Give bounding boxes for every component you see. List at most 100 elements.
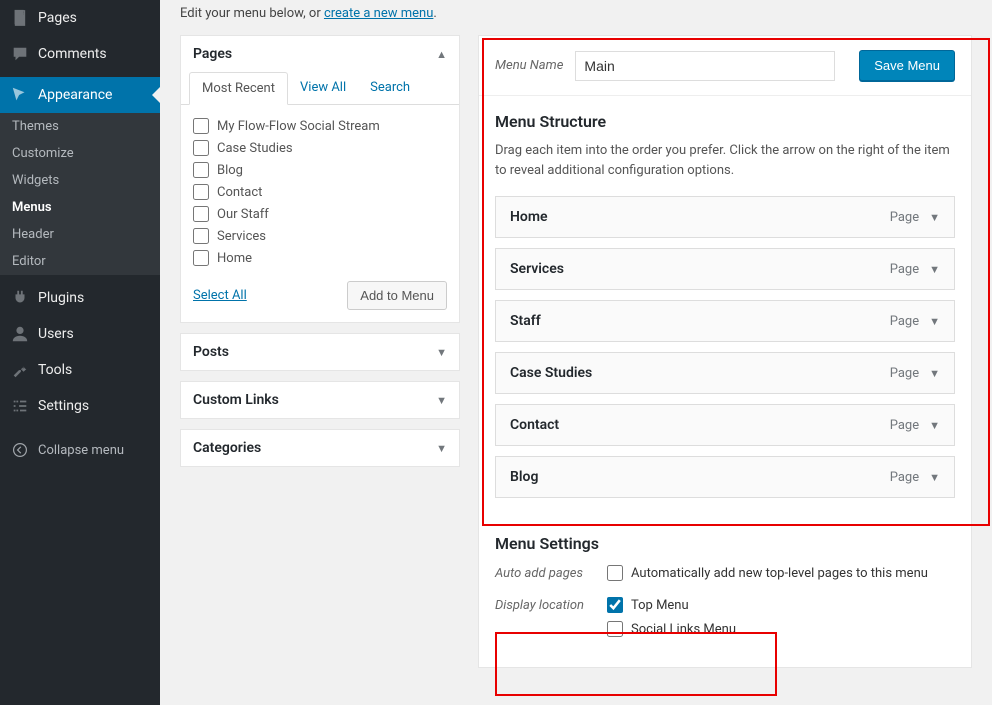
menu-name-input[interactable] [575, 51, 835, 81]
auto-add-checkbox[interactable] [607, 565, 623, 581]
metabox-categories-toggle[interactable]: Categories ▼ [181, 430, 459, 466]
top-menu-checkbox[interactable] [607, 597, 623, 613]
submenu-customize[interactable]: Customize [0, 140, 160, 167]
sidebar-item-plugins[interactable]: Plugins [0, 280, 160, 316]
page-checkbox-item[interactable]: Services [193, 225, 447, 247]
submenu-header[interactable]: Header [0, 221, 160, 248]
chevron-down-icon[interactable]: ▼ [929, 419, 940, 432]
menu-item-type: Page [890, 314, 919, 329]
page-checkbox-item[interactable]: Blog [193, 159, 447, 181]
menu-item-title: Staff [510, 313, 541, 329]
display-location-label: Display location [495, 597, 595, 615]
menu-item-type: Page [890, 210, 919, 225]
page-checkbox[interactable] [193, 206, 209, 222]
page-checkbox-item[interactable]: My Flow-Flow Social Stream [193, 115, 447, 137]
sidebar-label: Tools [38, 362, 72, 378]
chevron-down-icon[interactable]: ▼ [929, 367, 940, 380]
page-checkbox-item[interactable]: Home [193, 247, 447, 269]
menu-settings-title: Menu Settings [495, 534, 955, 553]
metabox-custom-links: Custom Links ▼ [180, 381, 460, 419]
sidebar-item-pages[interactable]: Pages [0, 0, 160, 36]
opt-label: Automatically add new top-level pages to… [631, 566, 928, 581]
chevron-up-icon: ▲ [436, 48, 447, 61]
chevron-down-icon[interactable]: ▼ [929, 471, 940, 484]
page-checkbox-item[interactable]: Contact [193, 181, 447, 203]
page-label: Blog [217, 163, 243, 178]
pages-list: My Flow-Flow Social Stream Case Studies … [193, 115, 447, 269]
menu-settings: Menu Settings Auto add pages Automatical… [479, 524, 971, 667]
submenu-menus[interactable]: Menus [0, 194, 160, 221]
display-social-links[interactable]: Social Links Menu [607, 621, 736, 637]
metabox-pages-toggle[interactable]: Pages ▲ [181, 36, 459, 72]
page-checkbox[interactable] [193, 140, 209, 156]
tab-view-all[interactable]: View All [288, 72, 358, 104]
sidebar-label: Comments [38, 46, 107, 62]
page-checkbox-item[interactable]: Case Studies [193, 137, 447, 159]
save-menu-button[interactable]: Save Menu [859, 50, 955, 81]
menu-item-row[interactable]: Staff Page ▼ [495, 300, 955, 342]
users-icon [10, 324, 30, 344]
submenu-widgets[interactable]: Widgets [0, 167, 160, 194]
appearance-submenu: Themes Customize Widgets Menus Header Ed… [0, 113, 160, 275]
sidebar-label: Appearance [38, 87, 112, 103]
menu-edit-column: Menu Name Save Menu Menu Structure Drag … [478, 35, 972, 668]
intro-suffix: . [433, 6, 436, 21]
sidebar-item-tools[interactable]: Tools [0, 352, 160, 388]
sidebar-item-appearance[interactable]: Appearance [0, 77, 160, 113]
page-label: Our Staff [217, 207, 269, 222]
sidebar-item-users[interactable]: Users [0, 316, 160, 352]
menu-item-row[interactable]: ServicesPage▼ [495, 248, 955, 290]
tab-search[interactable]: Search [358, 72, 422, 104]
sidebar-item-comments[interactable]: Comments [0, 36, 160, 72]
metabox-categories: Categories ▼ [180, 429, 460, 467]
metabox-posts-toggle[interactable]: Posts ▼ [181, 334, 459, 370]
chevron-down-icon[interactable]: ▼ [929, 263, 940, 276]
social-links-checkbox[interactable] [607, 621, 623, 637]
menu-name-label: Menu Name [495, 58, 563, 73]
page-checkbox[interactable] [193, 184, 209, 200]
menu-item-row[interactable]: Case StudiesPage▼ [495, 352, 955, 394]
menu-header: Menu Name Save Menu [479, 36, 971, 96]
menu-structure-desc: Drag each item into the order you prefer… [495, 141, 955, 180]
sidebar-item-settings[interactable]: Settings [0, 388, 160, 424]
add-items-column: Pages ▲ Most Recent View All Search My F… [180, 35, 460, 668]
display-location-row: Display location Top Menu Social Links M… [495, 597, 955, 637]
metabox-posts: Posts ▼ [180, 333, 460, 371]
pages-icon [10, 8, 30, 28]
tab-most-recent[interactable]: Most Recent [189, 72, 288, 105]
add-to-menu-button[interactable]: Add to Menu [347, 281, 447, 310]
metabox-title: Categories [193, 440, 261, 456]
collapse-label: Collapse menu [38, 443, 124, 458]
chevron-down-icon[interactable]: ▼ [929, 211, 940, 224]
display-top-menu[interactable]: Top Menu [607, 597, 736, 613]
intro-prefix: Edit your menu below, or [180, 6, 324, 21]
submenu-editor[interactable]: Editor [0, 248, 160, 275]
sidebar-label: Users [38, 326, 74, 342]
chevron-down-icon: ▼ [436, 394, 447, 407]
appearance-icon [10, 85, 30, 105]
intro-text: Edit your menu below, or create a new me… [180, 0, 972, 35]
menu-item-row[interactable]: HomePage▼ [495, 196, 955, 238]
menu-item-row[interactable]: BlogPage▼ [495, 456, 955, 498]
create-menu-link[interactable]: create a new menu [324, 6, 433, 21]
sidebar-label: Plugins [38, 290, 84, 306]
page-checkbox[interactable] [193, 250, 209, 266]
sidebar-label: Settings [38, 398, 89, 414]
auto-add-option[interactable]: Automatically add new top-level pages to… [607, 565, 928, 581]
page-checkbox[interactable] [193, 228, 209, 244]
menu-structure-title: Menu Structure [495, 112, 955, 131]
menu-item-row[interactable]: ContactPage▼ [495, 404, 955, 446]
select-all-link[interactable]: Select All [193, 288, 247, 303]
menu-item-type: Page [890, 262, 919, 277]
page-label: Home [217, 251, 252, 266]
metabox-customlinks-toggle[interactable]: Custom Links ▼ [181, 382, 459, 418]
page-checkbox-item[interactable]: Our Staff [193, 203, 447, 225]
submenu-themes[interactable]: Themes [0, 113, 160, 140]
chevron-down-icon[interactable]: ▼ [929, 315, 940, 328]
page-checkbox[interactable] [193, 118, 209, 134]
page-checkbox[interactable] [193, 162, 209, 178]
settings-icon [10, 396, 30, 416]
collapse-menu[interactable]: Collapse menu [0, 432, 160, 468]
collapse-icon [10, 440, 30, 460]
metabox-title: Pages [193, 46, 232, 62]
